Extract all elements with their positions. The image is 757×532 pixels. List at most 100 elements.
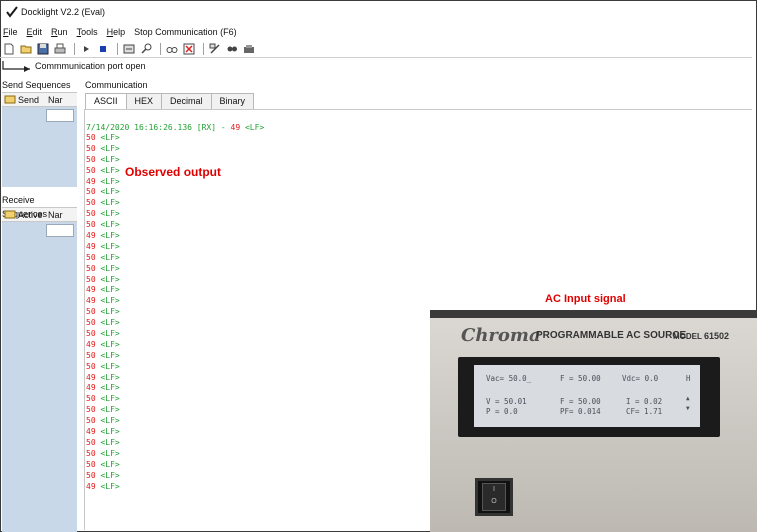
- send-sequences-title: Send Sequences: [2, 80, 71, 90]
- log-line: 49 <LF>: [86, 242, 264, 253]
- log-line: 50 <LF>: [86, 460, 264, 471]
- key-icon[interactable]: [139, 42, 153, 56]
- snapshot-icon[interactable]: [242, 42, 256, 56]
- log-line: 50 <LF>: [86, 351, 264, 362]
- log-lf: <LF>: [100, 154, 120, 164]
- save-icon[interactable]: [36, 42, 50, 56]
- log-lf: <LF>: [100, 143, 120, 153]
- log-value: 50: [86, 405, 96, 415]
- send-sequence-name-field[interactable]: [46, 109, 74, 122]
- toolbar-separator: [203, 42, 204, 55]
- menu-run[interactable]: Run: [51, 27, 68, 37]
- lcd-vdc: Vdc= 0.0: [622, 374, 659, 383]
- log-line: 50 <LF>: [86, 264, 264, 275]
- log-header-value: 49: [230, 123, 241, 132]
- options-icon[interactable]: [208, 42, 222, 56]
- log-line: 49 <LF>: [86, 296, 264, 307]
- log-value: 49: [86, 285, 96, 295]
- log-line: 50 <LF>: [86, 198, 264, 209]
- log-value: 50: [86, 448, 96, 458]
- log-lf: <LF>: [100, 241, 120, 251]
- menu-file-label: ile: [8, 27, 18, 37]
- log-line: 50 <LF>: [86, 307, 264, 318]
- send-edit-icon[interactable]: [2, 94, 16, 106]
- log-lf: <LF>: [100, 209, 120, 219]
- log-value: 50: [86, 470, 96, 480]
- log-lf: <LF>: [100, 437, 120, 447]
- send-column-header[interactable]: Send: [16, 95, 46, 105]
- receive-sequence-name-field[interactable]: [46, 224, 74, 237]
- binoculars-icon[interactable]: [165, 42, 179, 56]
- log-lf: <LF>: [100, 263, 120, 273]
- log-lf: <LF>: [100, 416, 120, 426]
- lcd-crest-factor: CF= 1.71: [626, 407, 663, 416]
- menu-bar: File Edit Run Tools Help Stop Communicat…: [0, 24, 246, 40]
- log-line: 50 <LF>: [86, 187, 264, 198]
- log-lf: <LF>: [100, 383, 120, 393]
- lcd-vac: Vac= 50.0_: [486, 374, 532, 383]
- lcd-mode: H: [686, 374, 691, 383]
- log-line: 49 <LF>: [86, 482, 264, 493]
- log-line: 50 <LF>: [86, 220, 264, 231]
- log-line: 49 <LF>: [86, 427, 264, 438]
- menu-tools[interactable]: Tools: [77, 27, 98, 37]
- log-value: 50: [86, 459, 96, 469]
- log-lf: <LF>: [100, 231, 120, 241]
- tab-binary[interactable]: Binary: [210, 93, 255, 109]
- log-value: 50: [86, 198, 96, 208]
- receive-sequences-list[interactable]: [2, 222, 77, 532]
- log-line: 50 <LF>: [86, 253, 264, 264]
- stop-icon[interactable]: [96, 42, 110, 56]
- tab-ascii[interactable]: ASCII: [85, 93, 127, 109]
- port-status-text: Commmunication port open: [35, 61, 146, 71]
- log-value: 50: [86, 133, 96, 142]
- new-file-icon[interactable]: [2, 42, 16, 56]
- log-lf: <LF>: [100, 448, 120, 458]
- menu-edit[interactable]: Edit: [27, 27, 43, 37]
- ac-input-annotation: AC Input signal: [545, 293, 626, 305]
- view-icon[interactable]: [225, 42, 239, 56]
- log-line: 50 <LF>: [86, 144, 264, 155]
- device-top-edge: [430, 310, 757, 318]
- menu-help[interactable]: Help: [107, 27, 126, 37]
- log-line: 49 <LF>: [86, 383, 264, 394]
- tab-decimal[interactable]: Decimal: [161, 93, 212, 109]
- log-value: 50: [86, 394, 96, 404]
- clear-icon[interactable]: [182, 42, 196, 56]
- power-switch-off-mark: O: [491, 498, 497, 505]
- port-status: Commmunication port open: [2, 58, 146, 74]
- play-icon[interactable]: [79, 42, 93, 56]
- log-header-line: 7/14/2020 16:16:26.136 [RX] - 49 <LF>: [86, 122, 264, 133]
- log-lf: <LF>: [100, 470, 120, 480]
- log-lf: <LF>: [100, 307, 120, 317]
- menu-file[interactable]: File: [3, 27, 18, 37]
- send-name-column-header[interactable]: Nar: [46, 95, 63, 105]
- power-switch: IO: [482, 483, 506, 511]
- tab-hex[interactable]: HEX: [125, 93, 163, 109]
- receive-edit-icon[interactable]: [2, 209, 16, 221]
- log-lf: <LF>: [100, 372, 120, 382]
- observed-output-annotation: Observed output: [125, 165, 222, 179]
- lcd-voltage: V = 50.01: [486, 397, 527, 406]
- open-folder-icon[interactable]: [19, 42, 33, 56]
- log-lf: <LF>: [100, 350, 120, 360]
- power-switch-on-mark: I: [493, 486, 495, 493]
- send-sequences-list[interactable]: [2, 107, 77, 187]
- toolbar-separator: [74, 42, 75, 55]
- window-title: Docklight V2.2 (Eval): [21, 7, 106, 17]
- receive-sequences-title: Receive Sequences: [2, 195, 48, 219]
- log-value: 50: [86, 350, 96, 360]
- menu-stop-communication[interactable]: Stop Communication (F6): [134, 27, 237, 37]
- receive-name-column-header[interactable]: Nar: [46, 210, 63, 220]
- menu-run-label: un: [57, 27, 68, 37]
- print-icon[interactable]: [53, 42, 67, 56]
- send-sequences-header: Send Nar: [2, 92, 77, 107]
- lcd-up-arrow-icon: ▲: [686, 395, 690, 402]
- device-lcd-display: Vac= 50.0_ F = 50.00 Vdc= 0.0 H V = 50.0…: [474, 365, 700, 427]
- settings-icon[interactable]: [122, 42, 136, 56]
- log-line: 50 <LF>: [86, 416, 264, 427]
- active-column-header[interactable]: Active: [16, 210, 46, 220]
- log-line: 50 <LF>: [86, 449, 264, 460]
- log-value: 50: [86, 263, 96, 273]
- log-lf: <LF>: [100, 329, 120, 339]
